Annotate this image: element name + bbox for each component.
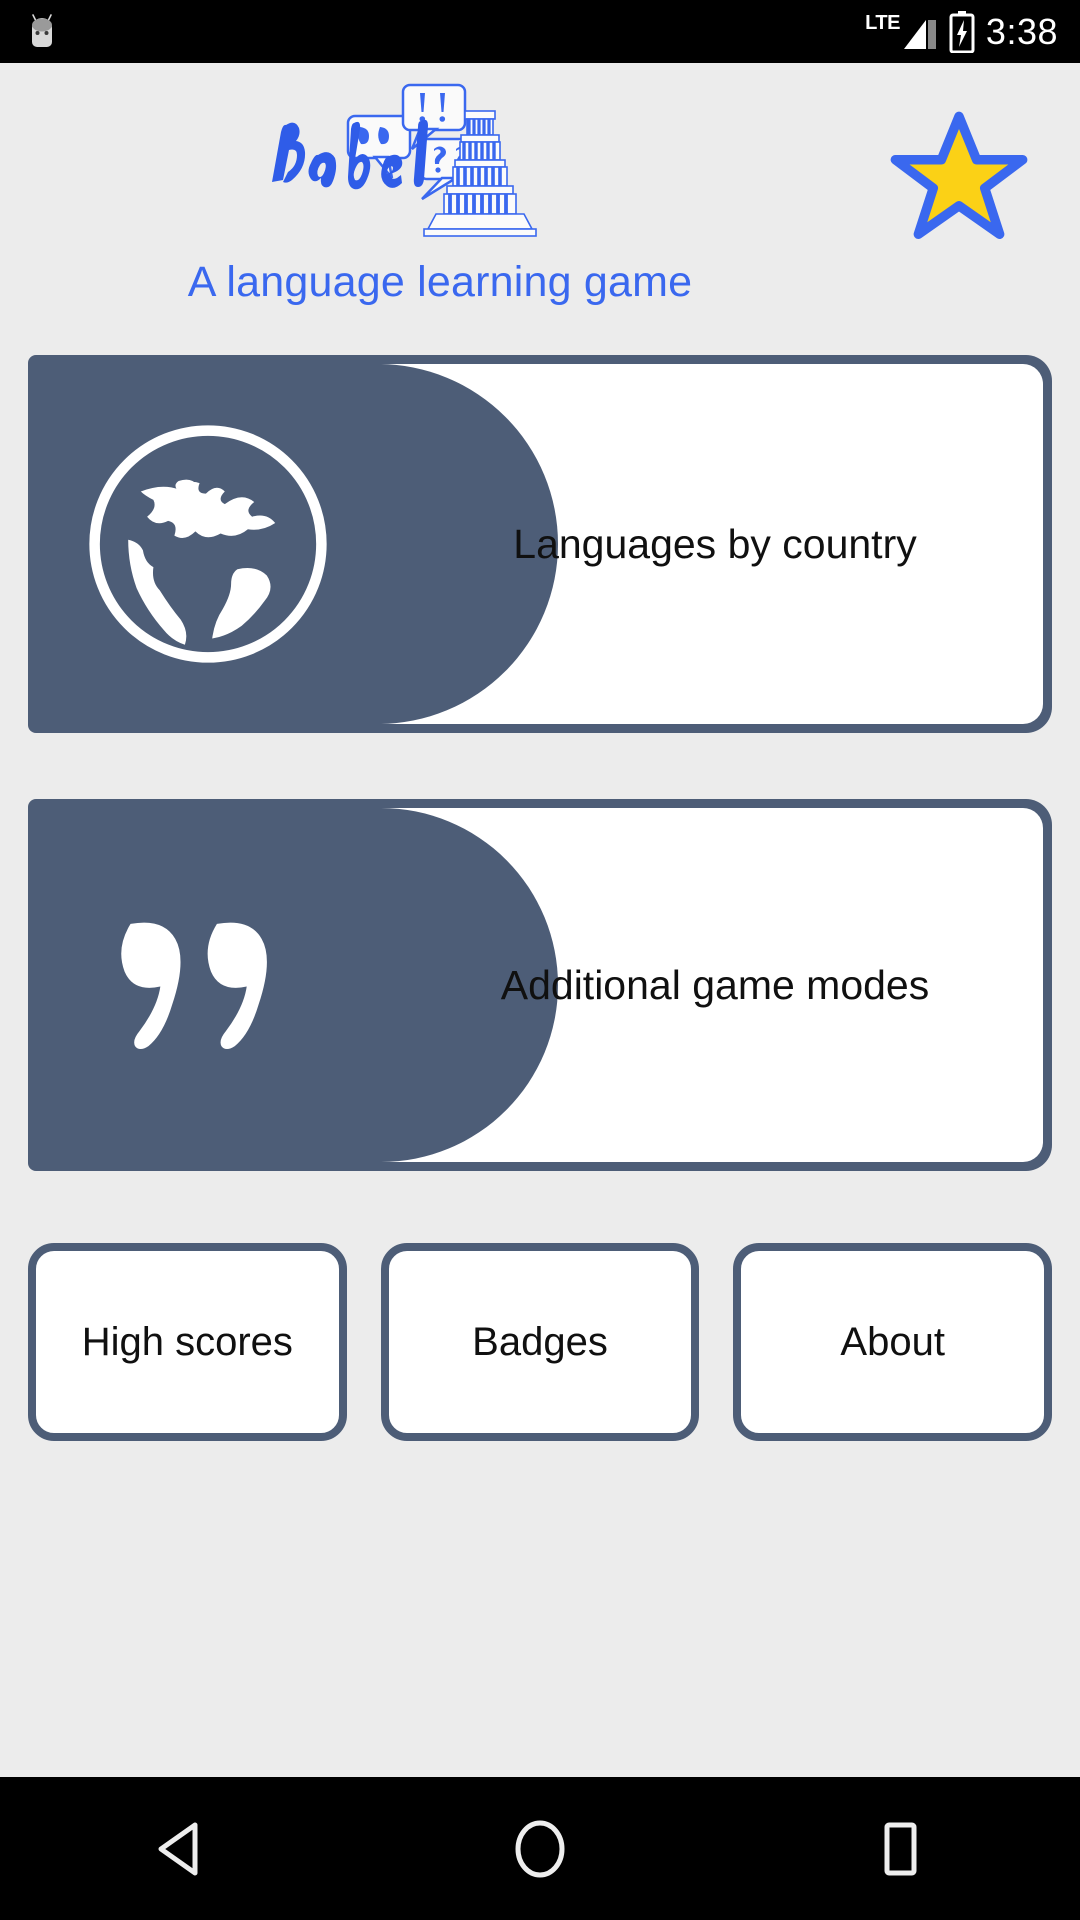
app-screen: LTE 3:38 A language learning game Langua… xyxy=(0,0,1080,1920)
recents-square-icon[interactable] xyxy=(820,1799,980,1899)
card-label: Additional game modes xyxy=(500,961,930,1008)
signal-bars-icon xyxy=(902,12,938,52)
quotation-mark-icon xyxy=(28,799,388,1171)
status-bar: LTE 3:38 xyxy=(0,0,1080,63)
network-label: LTE xyxy=(865,11,900,34)
app-header: A language learning game xyxy=(0,63,1080,355)
network-status: LTE xyxy=(865,12,938,52)
status-bar-right: LTE 3:38 xyxy=(865,10,1058,53)
app-tagline: A language learning game xyxy=(187,258,693,306)
card-label: Languages by country xyxy=(513,520,917,567)
star-icon[interactable] xyxy=(890,111,1028,241)
status-bar-clock: 3:38 xyxy=(985,10,1058,52)
additional-game-modes-card[interactable]: Additional game modes xyxy=(28,799,1052,1171)
languages-by-country-card[interactable]: Languages by country xyxy=(28,355,1052,733)
main-content: Languages by country Additional game mod… xyxy=(0,355,1080,1441)
secondary-button-row: High scores Badges About xyxy=(28,1237,1053,1441)
status-bar-left xyxy=(22,12,62,52)
android-navigation-bar xyxy=(0,1777,1080,1920)
about-button[interactable]: About xyxy=(733,1243,1053,1441)
babel-tower-logo xyxy=(270,83,610,248)
battery-charging-icon xyxy=(949,10,975,53)
android-robot-icon xyxy=(22,12,62,52)
badges-button[interactable]: Badges xyxy=(380,1243,700,1441)
home-circle-icon[interactable] xyxy=(460,1799,620,1899)
back-triangle-icon[interactable] xyxy=(100,1799,260,1899)
high-scores-button[interactable]: High scores xyxy=(28,1243,347,1441)
globe-icon xyxy=(28,355,388,733)
